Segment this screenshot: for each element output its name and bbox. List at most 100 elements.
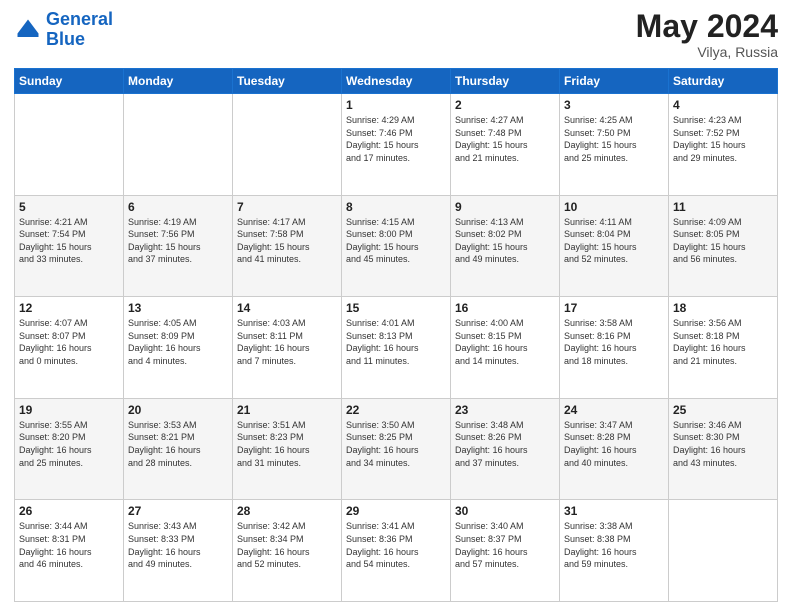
day-number: 19 [19, 403, 119, 417]
page: General Blue May 2024 Vilya, Russia Sund… [0, 0, 792, 612]
day-info: Sunrise: 3:53 AM Sunset: 8:21 PM Dayligh… [128, 419, 228, 469]
day-info: Sunrise: 3:43 AM Sunset: 8:33 PM Dayligh… [128, 520, 228, 570]
calendar-cell-w1-d4: 9 Sunrise: 4:13 AM Sunset: 8:02 PM Daylig… [451, 195, 560, 297]
header-saturday: Saturday [669, 69, 778, 94]
calendar-cell-w1-d2: 7Sunrise: 4:17 AM Sunset: 7:58 PM Daylig… [233, 195, 342, 297]
day-info: Sunrise: 3:55 AM Sunset: 8:20 PM Dayligh… [19, 419, 119, 469]
logo: General Blue [14, 10, 113, 50]
calendar-cell-w4-d2: 28 Sunrise: 3:42 AM Sunset: 8:34 PM Dayli… [233, 500, 342, 602]
week-row-0: 1Sunrise: 4:29 AM Sunset: 7:46 PM Daylig… [15, 94, 778, 196]
header-tuesday: Tuesday [233, 69, 342, 94]
day-number: 9 [455, 200, 555, 214]
day-number: 18 [673, 301, 773, 315]
day-info: Sunrise: 4:00 AM Sunset: 8:15 PM Dayligh… [455, 317, 555, 367]
calendar-cell-w3-d5: 24 Sunrise: 3:47 AM Sunset: 8:28 PM Dayli… [560, 398, 669, 500]
header-monday: Monday [124, 69, 233, 94]
week-row-4: 26 Sunrise: 3:44 AM Sunset: 8:31 PM Dayli… [15, 500, 778, 602]
calendar-cell-w3-d4: 23 Sunrise: 3:48 AM Sunset: 8:26 PM Dayli… [451, 398, 560, 500]
calendar-cell-w0-d2 [233, 94, 342, 196]
day-info: Sunrise: 3:50 AM Sunset: 8:25 PM Dayligh… [346, 419, 446, 469]
calendar-cell-w2-d6: 18 Sunrise: 3:56 AM Sunset: 8:18 PM Dayli… [669, 297, 778, 399]
calendar-cell-w1-d6: 11Sunrise: 4:09 AM Sunset: 8:05 PM Dayli… [669, 195, 778, 297]
day-number: 29 [346, 504, 446, 518]
header-friday: Friday [560, 69, 669, 94]
weekday-header-row: Sunday Monday Tuesday Wednesday Thursday… [15, 69, 778, 94]
day-info: Sunrise: 4:23 AM Sunset: 7:52 PM Dayligh… [673, 114, 773, 164]
calendar-cell-w0-d1 [124, 94, 233, 196]
day-number: 17 [564, 301, 664, 315]
day-number: 27 [128, 504, 228, 518]
day-info: Sunrise: 3:46 AM Sunset: 8:30 PM Dayligh… [673, 419, 773, 469]
calendar-cell-w1-d5: 10 Sunrise: 4:11 AM Sunset: 8:04 PM Dayli… [560, 195, 669, 297]
day-info: Sunrise: 3:56 AM Sunset: 8:18 PM Dayligh… [673, 317, 773, 367]
location: Vilya, Russia [636, 44, 778, 60]
day-info: Sunrise: 3:47 AM Sunset: 8:28 PM Dayligh… [564, 419, 664, 469]
day-number: 10 [564, 200, 664, 214]
day-number: 24 [564, 403, 664, 417]
calendar-cell-w3-d2: 21 Sunrise: 3:51 AM Sunset: 8:23 PM Dayli… [233, 398, 342, 500]
calendar-cell-w3-d6: 25 Sunrise: 3:46 AM Sunset: 8:30 PM Dayli… [669, 398, 778, 500]
day-info: Sunrise: 4:25 AM Sunset: 7:50 PM Dayligh… [564, 114, 664, 164]
calendar-cell-w4-d5: 31Sunrise: 3:38 AM Sunset: 8:38 PM Dayli… [560, 500, 669, 602]
day-info: Sunrise: 3:48 AM Sunset: 8:26 PM Dayligh… [455, 419, 555, 469]
day-number: 26 [19, 504, 119, 518]
calendar-cell-w1-d3: 8Sunrise: 4:15 AM Sunset: 8:00 PM Daylig… [342, 195, 451, 297]
calendar-cell-w2-d3: 15Sunrise: 4:01 AM Sunset: 8:13 PM Dayli… [342, 297, 451, 399]
day-info: Sunrise: 4:05 AM Sunset: 8:09 PM Dayligh… [128, 317, 228, 367]
calendar-cell-w0-d3: 1Sunrise: 4:29 AM Sunset: 7:46 PM Daylig… [342, 94, 451, 196]
day-number: 21 [237, 403, 337, 417]
calendar-cell-w3-d0: 19 Sunrise: 3:55 AM Sunset: 8:20 PM Dayli… [15, 398, 124, 500]
calendar-cell-w0-d5: 3 Sunrise: 4:25 AM Sunset: 7:50 PM Daylig… [560, 94, 669, 196]
title-block: May 2024 Vilya, Russia [636, 10, 778, 60]
day-number: 4 [673, 98, 773, 112]
day-number: 31 [564, 504, 664, 518]
day-info: Sunrise: 3:58 AM Sunset: 8:16 PM Dayligh… [564, 317, 664, 367]
day-number: 13 [128, 301, 228, 315]
header-thursday: Thursday [451, 69, 560, 94]
day-number: 2 [455, 98, 555, 112]
day-number: 3 [564, 98, 664, 112]
day-number: 23 [455, 403, 555, 417]
day-info: Sunrise: 4:03 AM Sunset: 8:11 PM Dayligh… [237, 317, 337, 367]
day-info: Sunrise: 3:51 AM Sunset: 8:23 PM Dayligh… [237, 419, 337, 469]
day-number: 28 [237, 504, 337, 518]
day-info: Sunrise: 3:41 AM Sunset: 8:36 PM Dayligh… [346, 520, 446, 570]
day-info: Sunrise: 3:44 AM Sunset: 8:31 PM Dayligh… [19, 520, 119, 570]
calendar-cell-w1-d0: 5Sunrise: 4:21 AM Sunset: 7:54 PM Daylig… [15, 195, 124, 297]
day-info: Sunrise: 4:13 AM Sunset: 8:02 PM Dayligh… [455, 216, 555, 266]
header-wednesday: Wednesday [342, 69, 451, 94]
day-number: 12 [19, 301, 119, 315]
day-number: 1 [346, 98, 446, 112]
day-info: Sunrise: 3:42 AM Sunset: 8:34 PM Dayligh… [237, 520, 337, 570]
calendar-cell-w4-d1: 27 Sunrise: 3:43 AM Sunset: 8:33 PM Dayli… [124, 500, 233, 602]
calendar-cell-w4-d0: 26 Sunrise: 3:44 AM Sunset: 8:31 PM Dayli… [15, 500, 124, 602]
week-row-3: 19 Sunrise: 3:55 AM Sunset: 8:20 PM Dayli… [15, 398, 778, 500]
week-row-1: 5Sunrise: 4:21 AM Sunset: 7:54 PM Daylig… [15, 195, 778, 297]
day-info: Sunrise: 4:17 AM Sunset: 7:58 PM Dayligh… [237, 216, 337, 266]
calendar-cell-w4-d6 [669, 500, 778, 602]
day-info: Sunrise: 3:40 AM Sunset: 8:37 PM Dayligh… [455, 520, 555, 570]
day-number: 25 [673, 403, 773, 417]
day-info: Sunrise: 4:11 AM Sunset: 8:04 PM Dayligh… [564, 216, 664, 266]
month-year: May 2024 [636, 10, 778, 42]
calendar-cell-w1-d1: 6Sunrise: 4:19 AM Sunset: 7:56 PM Daylig… [124, 195, 233, 297]
calendar-cell-w4-d4: 30Sunrise: 3:40 AM Sunset: 8:37 PM Dayli… [451, 500, 560, 602]
day-number: 11 [673, 200, 773, 214]
logo-text: General Blue [46, 10, 113, 50]
day-number: 15 [346, 301, 446, 315]
calendar-table: Sunday Monday Tuesday Wednesday Thursday… [14, 68, 778, 602]
week-row-2: 12 Sunrise: 4:07 AM Sunset: 8:07 PM Dayli… [15, 297, 778, 399]
calendar-cell-w3-d1: 20Sunrise: 3:53 AM Sunset: 8:21 PM Dayli… [124, 398, 233, 500]
day-info: Sunrise: 4:19 AM Sunset: 7:56 PM Dayligh… [128, 216, 228, 266]
day-number: 8 [346, 200, 446, 214]
header-sunday: Sunday [15, 69, 124, 94]
calendar-cell-w3-d3: 22 Sunrise: 3:50 AM Sunset: 8:25 PM Dayli… [342, 398, 451, 500]
calendar-cell-w2-d2: 14 Sunrise: 4:03 AM Sunset: 8:11 PM Dayli… [233, 297, 342, 399]
day-number: 22 [346, 403, 446, 417]
day-info: Sunrise: 4:07 AM Sunset: 8:07 PM Dayligh… [19, 317, 119, 367]
calendar-cell-w0-d0 [15, 94, 124, 196]
day-info: Sunrise: 4:27 AM Sunset: 7:48 PM Dayligh… [455, 114, 555, 164]
day-number: 14 [237, 301, 337, 315]
calendar-cell-w0-d6: 4 Sunrise: 4:23 AM Sunset: 7:52 PM Daylig… [669, 94, 778, 196]
header: General Blue May 2024 Vilya, Russia [14, 10, 778, 60]
